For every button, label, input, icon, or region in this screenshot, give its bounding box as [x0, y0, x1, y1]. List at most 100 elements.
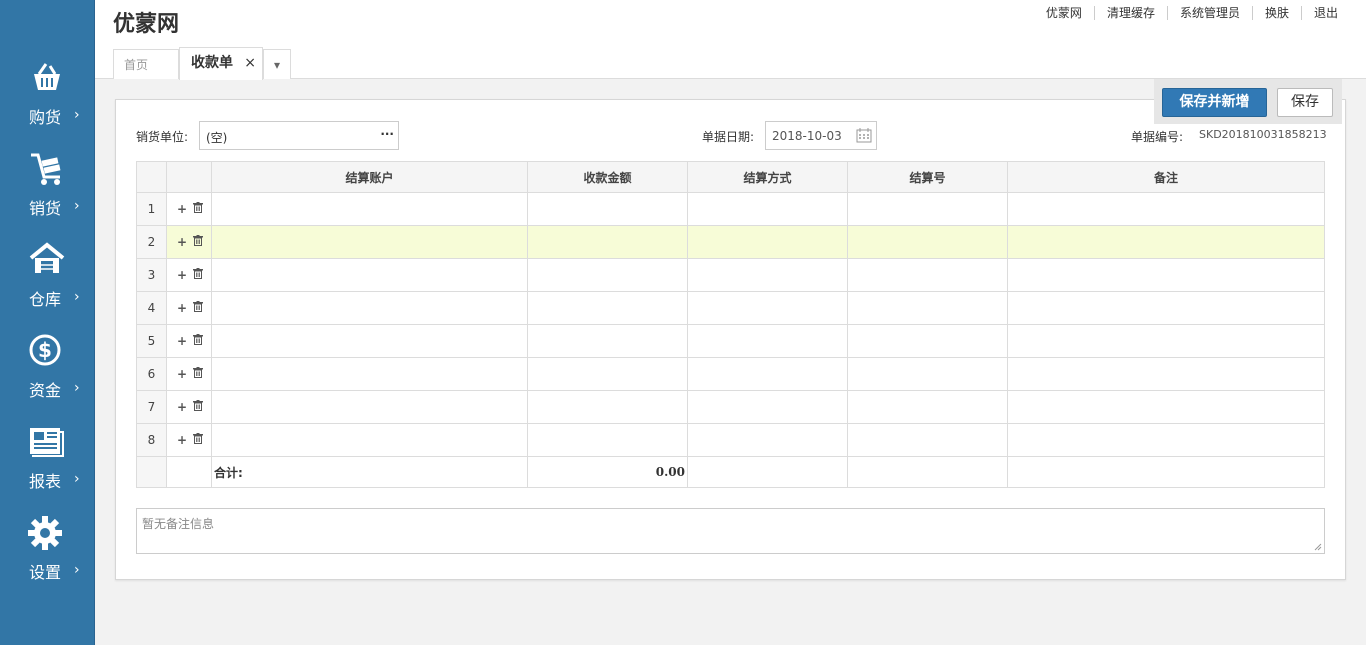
row-actions: + [166, 423, 212, 457]
more-options-icon[interactable]: ··· [380, 127, 394, 141]
grid-cell[interactable] [847, 423, 1008, 457]
grid-cell[interactable] [1007, 192, 1325, 226]
grid-cell[interactable] [527, 192, 688, 226]
table-row[interactable]: 7 + [136, 390, 1325, 424]
table-row[interactable]: 2 + [136, 225, 1325, 259]
sidebar-item-sales[interactable]: 销货 › [0, 151, 95, 241]
grid-cell[interactable] [847, 258, 1008, 292]
grid-cell[interactable] [1007, 225, 1325, 259]
grid-cell[interactable] [211, 423, 528, 457]
grid-cell[interactable] [211, 258, 528, 292]
table-row[interactable]: 6 + [136, 357, 1325, 391]
customer-field[interactable]: (空) ··· [199, 121, 399, 150]
date-field[interactable]: 2018-10-03 [765, 121, 877, 150]
add-row-icon[interactable]: + [177, 301, 187, 315]
brand-title: 优蒙网 [113, 12, 180, 37]
trash-icon[interactable] [193, 301, 204, 312]
tab-receipt[interactable]: 收款单 × [179, 47, 263, 80]
grid-cell[interactable] [527, 324, 688, 358]
grid-cell[interactable] [1007, 390, 1325, 424]
trash-icon[interactable] [193, 235, 204, 246]
grid-cell[interactable] [527, 390, 688, 424]
chevron-right-icon: › [74, 562, 80, 578]
add-row-icon[interactable]: + [177, 235, 187, 249]
grid-cell[interactable] [527, 291, 688, 325]
user-link[interactable]: 系统管理员 [1166, 6, 1252, 20]
sidebar-item-settings[interactable]: 设置 › [0, 515, 95, 605]
clear-cache-link[interactable]: 清理缓存 [1093, 6, 1167, 20]
row-number: 1 [136, 192, 167, 226]
row-number: 4 [136, 291, 167, 325]
grid-cell[interactable] [847, 192, 1008, 226]
grid-cell[interactable] [211, 390, 528, 424]
sidebar-item-reports[interactable]: 报表 › [0, 424, 95, 514]
grid-cell[interactable] [1007, 324, 1325, 358]
table-row[interactable]: 5 + [136, 324, 1325, 358]
trash-icon[interactable] [193, 400, 204, 411]
close-icon[interactable]: × [244, 48, 256, 78]
add-row-icon[interactable]: + [177, 400, 187, 414]
save-button[interactable]: 保存 [1277, 88, 1333, 117]
grid-cell[interactable] [527, 225, 688, 259]
add-row-icon[interactable]: + [177, 268, 187, 282]
grid-cell[interactable] [847, 291, 1008, 325]
grid-cell[interactable] [687, 357, 848, 391]
grid-cell[interactable] [1007, 258, 1325, 292]
grid-cell[interactable] [211, 291, 528, 325]
grid-cell[interactable] [211, 357, 528, 391]
sidebar-item-funds[interactable]: $ 资金 › [0, 333, 95, 423]
add-row-icon[interactable]: + [177, 367, 187, 381]
grid-cell[interactable] [847, 324, 1008, 358]
grid-cell[interactable] [211, 192, 528, 226]
total-row: 合计: 0.00 [136, 456, 1325, 488]
trash-icon[interactable] [193, 367, 204, 378]
sidebar-item-label: 仓库 [29, 290, 62, 309]
grid-cell[interactable] [687, 324, 848, 358]
add-row-icon[interactable]: + [177, 334, 187, 348]
grid-cell[interactable] [527, 357, 688, 391]
save-and-new-button[interactable]: 保存并新增 [1162, 88, 1267, 117]
row-number: 6 [136, 357, 167, 391]
grid-cell[interactable] [687, 258, 848, 292]
trash-icon[interactable] [193, 334, 204, 345]
topnav-home-link[interactable]: 优蒙网 [1034, 6, 1094, 20]
change-skin-link[interactable]: 换肤 [1251, 6, 1301, 20]
sidebar-item-label: 销货 [29, 199, 62, 218]
tab-more-dropdown[interactable]: ▾ [263, 49, 291, 79]
table-row[interactable]: 1 + [136, 192, 1325, 226]
grid-cell[interactable] [527, 423, 688, 457]
sidebar-item-purchase[interactable]: 购货 › [0, 60, 95, 150]
trash-icon[interactable] [193, 433, 204, 444]
grid-cell[interactable] [1007, 423, 1325, 457]
grid-cell[interactable] [687, 192, 848, 226]
grid-cell[interactable] [527, 258, 688, 292]
sidebar-item-warehouse[interactable]: 仓库 › [0, 242, 95, 332]
calendar-icon[interactable] [856, 128, 872, 143]
grid-cell[interactable] [847, 357, 1008, 391]
trash-icon[interactable] [193, 202, 204, 213]
resize-grip-icon[interactable] [1314, 543, 1322, 551]
table-row[interactable]: 8 + [136, 423, 1325, 457]
remark-textarea[interactable]: 暂无备注信息 [136, 508, 1325, 554]
grid-cell[interactable] [687, 423, 848, 457]
tab-home[interactable]: 首页 [113, 49, 179, 79]
grid-cell[interactable] [847, 225, 1008, 259]
total-cell [1007, 456, 1325, 488]
grid-cell[interactable] [687, 390, 848, 424]
logout-link[interactable]: 退出 [1300, 6, 1350, 20]
table-row[interactable]: 3 + [136, 258, 1325, 292]
sidebar-item-label: 购货 [29, 108, 62, 127]
grid-cell[interactable] [211, 324, 528, 358]
trash-icon[interactable] [193, 268, 204, 279]
cart-icon [31, 153, 61, 185]
row-actions: + [166, 357, 212, 391]
grid-cell[interactable] [847, 390, 1008, 424]
grid-cell[interactable] [1007, 357, 1325, 391]
table-row[interactable]: 4 + [136, 291, 1325, 325]
grid-cell[interactable] [687, 291, 848, 325]
grid-cell[interactable] [211, 225, 528, 259]
grid-cell[interactable] [1007, 291, 1325, 325]
add-row-icon[interactable]: + [177, 202, 187, 216]
grid-cell[interactable] [687, 225, 848, 259]
add-row-icon[interactable]: + [177, 433, 187, 447]
